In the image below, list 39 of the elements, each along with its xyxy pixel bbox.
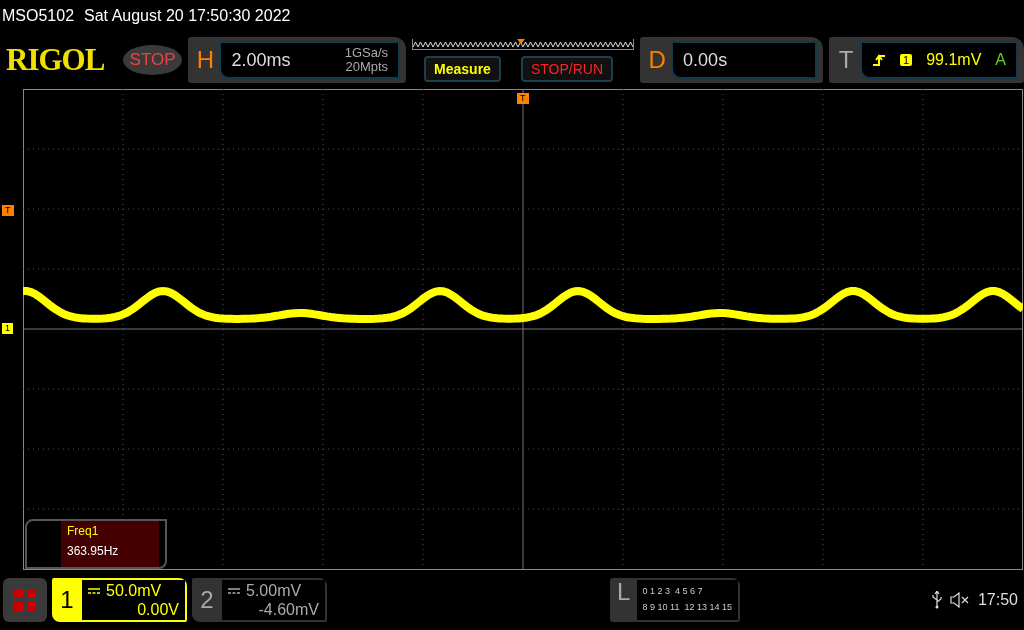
channel-scale: 5.00mV [246,581,302,600]
memory-depth: 20Mpts [344,60,389,74]
trigger-source: 1 [900,54,913,66]
logic-panel[interactable]: L 0 1 2 3 4 5 6 7 8 9 10 11 12 13 14 15 [610,578,740,622]
grid-icon [14,589,36,611]
menu-button[interactable] [3,578,47,622]
measurement-name: Freq1 [67,524,100,538]
logic-channels-row-text: 0 1 2 3 4 5 6 7 [642,586,704,596]
dc-coupling-icon [228,587,240,594]
channel-panel[interactable]: 1 50.0mV 0.00V [52,578,187,622]
speaker-muted-icon[interactable] [949,592,970,608]
sample-rate: 1GSa/s [344,46,389,60]
brand-logo: RIGOL [6,42,106,78]
delay-value: 0.00s [683,49,728,71]
trigger-mode: A [995,51,1006,69]
usb-icon [931,591,942,609]
channel-offset: 0.00V [137,601,179,618]
measure-button[interactable]: Measure [424,55,501,82]
dc-coupling-icon [88,587,100,594]
stoprun-button[interactable]: STOP/RUN [520,55,613,82]
trigger-level: 99.1mV [926,51,982,69]
waveform-overview-icon [412,38,635,50]
delay-panel[interactable]: D 0.00s [640,37,824,83]
date-time: Sat August 20 17:50:30 2022 [84,7,291,25]
rising-edge-icon [872,53,887,67]
clock-time: 17:50 [977,591,1018,609]
trigger-level-marker[interactable]: T [2,205,14,216]
channel-marker[interactable]: 1 [2,323,13,334]
trigger-panel[interactable]: T 1 99.1mV A [829,37,1024,83]
channel-offset: -4.60mV [258,601,319,618]
timebase-value: 2.00ms [231,49,291,71]
logic-channels-row: 8 9 10 11 12 13 14 15 [642,602,732,612]
trigger-position-marker[interactable]: T [517,93,529,104]
run-state-indicator: STOP [122,45,183,75]
channel-panel[interactable]: 2 5.00mV -4.60mV [192,578,327,622]
measurement-value: 363.95Hz [67,544,120,558]
channel-scale: 50.0mV [106,581,162,600]
horizontal-panel[interactable]: H 2.00ms 1GSa/s 20Mpts [188,37,407,83]
model-name: MSO5102 [2,7,75,25]
